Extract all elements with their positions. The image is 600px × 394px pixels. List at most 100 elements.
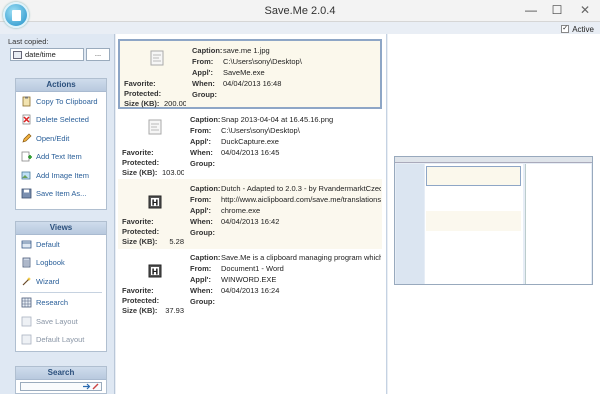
caption-value: Dutch - Adapted to 2.0.3 - by Rvandermar…: [221, 184, 381, 193]
default-layout-icon: [21, 334, 32, 345]
copy-to-clipboard-button[interactable]: Copy To Clipboard: [16, 92, 106, 111]
svg-text:H: H: [152, 199, 159, 208]
view-logbook-button[interactable]: Logbook: [16, 254, 106, 273]
add-text-icon: [21, 151, 32, 162]
save-item-as-button[interactable]: Save Item As...: [16, 185, 106, 204]
active-checkbox[interactable]: ✓: [561, 25, 570, 33]
caption-value: Snap 2013-04-04 at 16.45.16.png: [221, 115, 334, 124]
caption-value: Save.Me is a clipboard managing program …: [221, 253, 381, 262]
size-label: Size (KB):: [122, 237, 158, 246]
save-item-as-label: Save Item As...: [36, 189, 87, 199]
view-research-button[interactable]: Research: [16, 294, 106, 313]
protected-label: Protected:: [124, 89, 162, 98]
views-panel: Views Default Logbook Wizard Research Sa…: [15, 221, 107, 352]
save-layout-button[interactable]: Save Layout: [16, 312, 106, 331]
appl-value: DuckCapture.exe: [221, 137, 279, 146]
appl-label: Appl':: [190, 206, 211, 215]
active-label: Active: [572, 24, 594, 34]
edit-pencil-icon: [22, 133, 32, 143]
when-label: When:: [192, 79, 215, 88]
clipboard-icon: [22, 96, 31, 107]
html-text-icon: H: [146, 262, 164, 280]
clipboard-item-list[interactable]: Caption: save.me 1.jpg From: C:\Users\sony\…: [116, 34, 387, 394]
delete-selected-button[interactable]: Delete Selected: [16, 111, 106, 130]
search-clear-icon[interactable]: [92, 383, 100, 390]
views-title: Views: [16, 222, 106, 235]
add-image-item-label: Add Image Item: [36, 170, 89, 180]
group-label: Group:: [192, 90, 217, 99]
favorite-label: Favorite:: [122, 286, 154, 295]
close-button[interactable]: ✕: [570, 0, 600, 20]
actions-panel: Actions Copy To Clipboard Delete Selecte…: [15, 78, 107, 210]
view-research-label: Research: [36, 298, 69, 308]
search-go-icon[interactable]: [83, 383, 91, 390]
from-label: From:: [190, 264, 212, 273]
appl-label: Appl':: [192, 68, 213, 77]
from-value: C:\Users\sony\Desktop\: [221, 126, 300, 135]
appl-value: WINWORD.EXE: [221, 275, 277, 284]
last-copied-value: date/time: [25, 50, 56, 59]
protected-label: Protected:: [122, 227, 160, 236]
app-logo-icon[interactable]: [3, 2, 29, 28]
appl-label: Appl':: [190, 137, 211, 146]
add-image-icon: [21, 171, 31, 180]
size-label: Size (KB):: [124, 99, 160, 108]
actions-title: Actions: [16, 79, 106, 92]
search-panel: Search: [15, 366, 107, 394]
favorite-label: Favorite:: [122, 217, 154, 226]
from-value: C:\Users\sony\Desktop\: [223, 57, 302, 66]
appl-label: Appl':: [190, 275, 211, 284]
from-label: From:: [192, 57, 214, 66]
maximize-button[interactable]: ☐: [544, 0, 570, 20]
add-text-item-button[interactable]: Add Text Item: [16, 148, 106, 167]
view-default-button[interactable]: Default: [16, 235, 106, 254]
clipboard-item-card[interactable]: H Caption: Save.Me is a clipboard managing…: [118, 248, 382, 318]
when-value: 04/04/2013 16:42: [221, 217, 280, 226]
from-label: From:: [190, 126, 212, 135]
clipboard-item-card[interactable]: Caption: save.me 1.jpg From: C:\Users\sony\…: [118, 39, 382, 109]
research-icon: [21, 297, 32, 308]
when-label: When:: [190, 217, 213, 226]
when-label: When:: [190, 148, 213, 157]
title-bar: Save.Me 2.0.4 — ☐ ✕: [0, 0, 600, 22]
size-value: 5.28: [169, 237, 184, 246]
when-value: 04/04/2013 16:24: [221, 286, 280, 295]
save-layout-label: Save Layout: [36, 316, 78, 326]
image-file-icon: [146, 118, 164, 136]
add-image-item-button[interactable]: Add Image Item: [16, 166, 106, 185]
add-text-item-label: Add Text Item: [36, 152, 82, 162]
search-input[interactable]: [20, 382, 102, 391]
protected-label: Protected:: [122, 296, 160, 305]
favorite-label: Favorite:: [124, 79, 156, 88]
when-value: 04/04/2013 16:45: [221, 148, 280, 157]
wizard-icon: [22, 276, 31, 286]
view-wizard-button[interactable]: Wizard: [16, 272, 106, 291]
default-view-icon: [21, 240, 32, 249]
caption-label: Caption:: [190, 253, 221, 262]
caption-label: Caption:: [190, 115, 221, 124]
appl-value: chrome.exe: [221, 206, 261, 215]
protected-label: Protected:: [122, 158, 160, 167]
default-layout-button[interactable]: Default Layout: [16, 331, 106, 350]
open-edit-button[interactable]: Open/Edit: [16, 129, 106, 148]
size-value: 200.00: [164, 99, 186, 108]
caption-value: save.me 1.jpg: [223, 46, 270, 55]
group-label: Group:: [190, 159, 215, 168]
last-copied-more-button[interactable]: ...: [86, 48, 110, 61]
when-label: When:: [190, 286, 213, 295]
html-text-icon: H: [146, 193, 164, 211]
from-value: http://www.aiclipboard.com/save.me/trans…: [221, 195, 381, 204]
clipboard-item-card[interactable]: H Caption: Dutch - Adapted to 2.0.3 - by R…: [118, 179, 382, 249]
views-separator: [20, 291, 102, 293]
copy-to-clipboard-label: Copy To Clipboard: [36, 96, 98, 106]
preview-image: [394, 156, 593, 285]
last-copied-label: Last copied:: [8, 37, 49, 46]
last-copied-field[interactable]: date/time: [10, 48, 84, 61]
minimize-button[interactable]: —: [518, 0, 544, 20]
search-title: Search: [16, 367, 106, 380]
size-value: 103.00: [162, 168, 184, 177]
appl-value: SaveMe.exe: [223, 68, 265, 77]
clipboard-item-card[interactable]: Caption: Snap 2013-04-04 at 16.45.16.png F…: [118, 110, 382, 180]
when-value: 04/04/2013 16:48: [223, 79, 282, 88]
open-edit-label: Open/Edit: [36, 133, 70, 143]
